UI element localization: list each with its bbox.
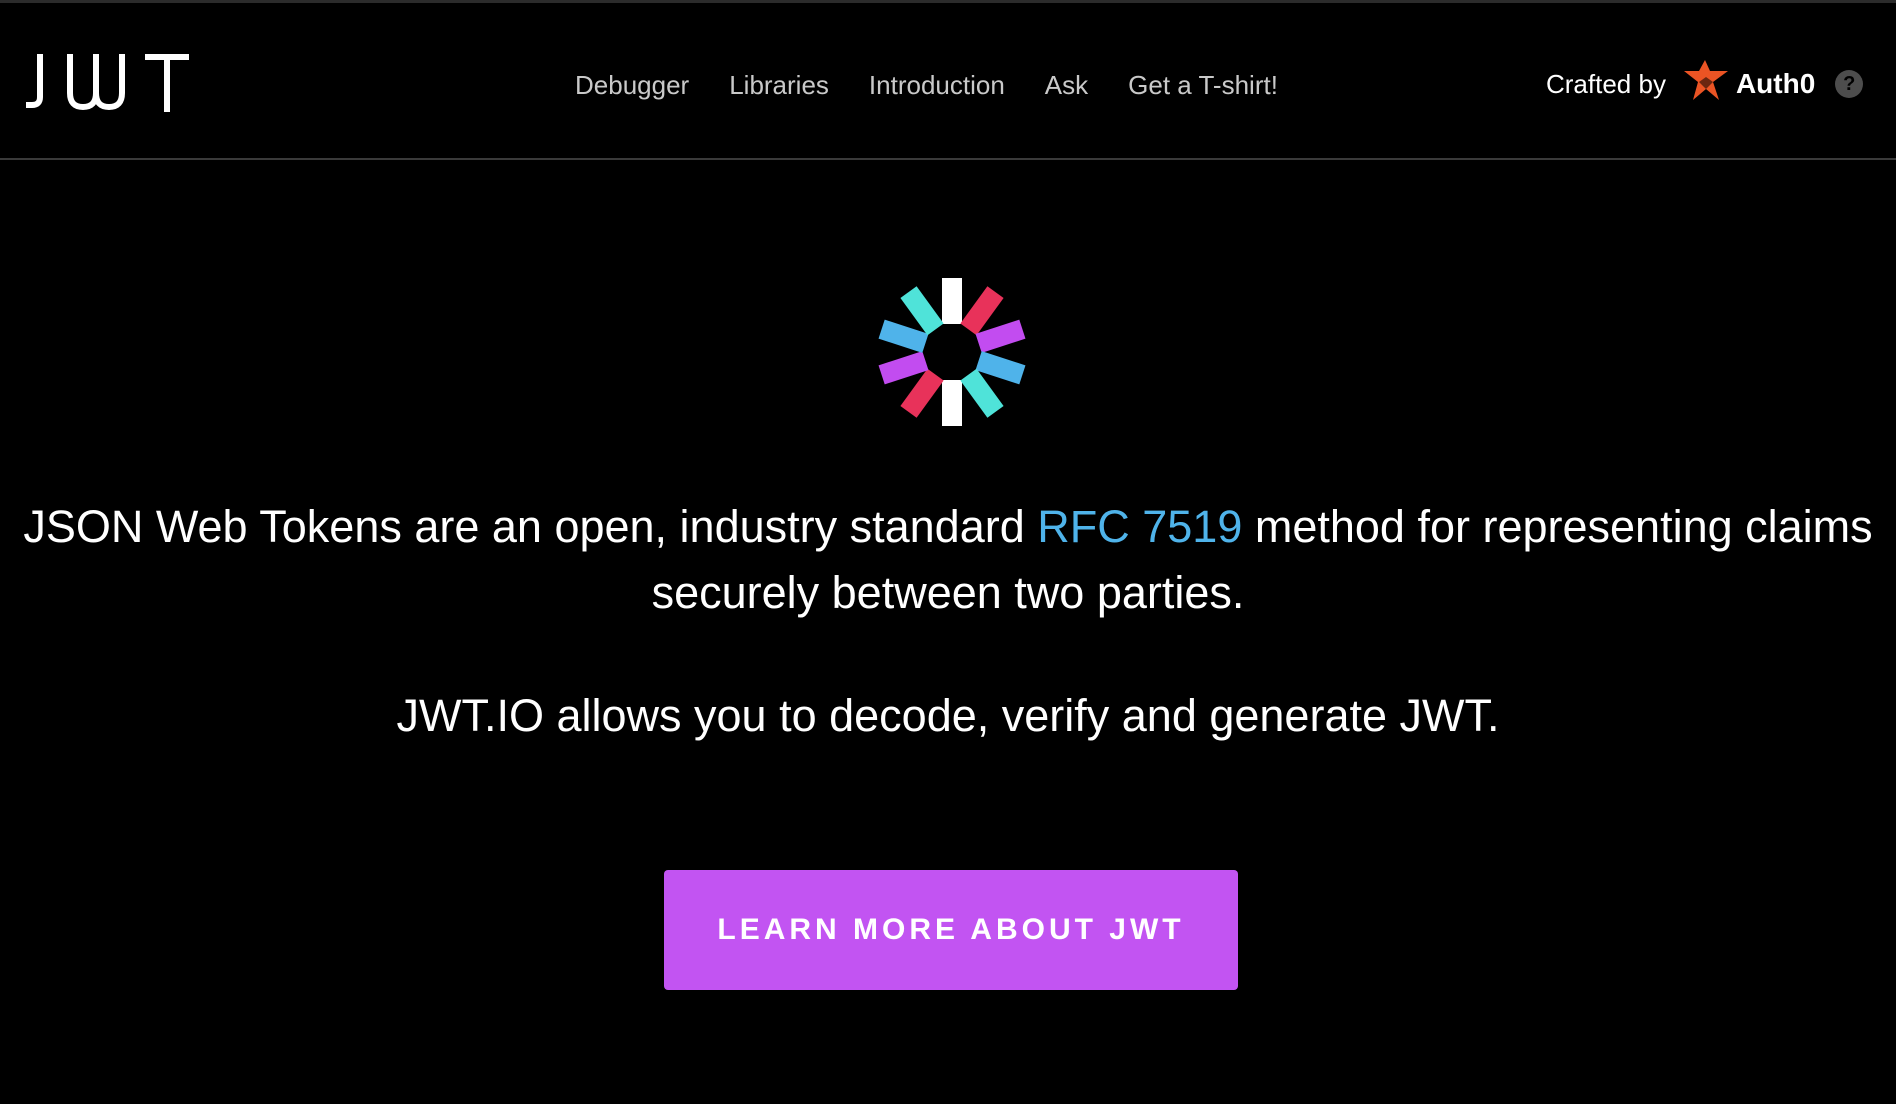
main-nav: Debugger Libraries Introduction Ask Get … <box>575 65 1318 105</box>
headline-text-start: JSON Web Tokens are an open, industry st… <box>23 501 1038 552</box>
crafted-by-label: Crafted by <box>1546 68 1666 99</box>
navbar: Debugger Libraries Introduction Ask Get … <box>0 3 1896 160</box>
nav-ask-link[interactable]: Ask <box>1045 70 1088 101</box>
auth0-star-icon <box>1683 60 1728 100</box>
auth0-name: Auth0 <box>1735 68 1816 99</box>
nav-debugger-link[interactable]: Debugger <box>575 70 689 101</box>
help-icon[interactable]: ? <box>1835 70 1864 98</box>
auth0-logo-link[interactable]: Auth0 <box>1683 60 1816 108</box>
hero-headline: JSON Web Tokens are an open, industry st… <box>20 494 1876 626</box>
hero-subline: JWT.IO allows you to decode, verify and … <box>396 690 1500 741</box>
learn-more-button[interactable]: LEARN MORE ABOUT JWT <box>664 870 1238 990</box>
nav-libraries-link[interactable]: Libraries <box>729 70 829 101</box>
jwt-pinwheel-icon <box>878 278 1026 426</box>
crafted-by: Crafted by Auth0 ? <box>1546 59 1864 109</box>
rfc-7519-link[interactable]: RFC 7519 <box>1037 501 1242 552</box>
nav-tshirt-link[interactable]: Get a T-shirt! <box>1128 70 1278 101</box>
nav-introduction-link[interactable]: Introduction <box>869 70 1005 101</box>
jwt-logo[interactable] <box>26 53 190 113</box>
